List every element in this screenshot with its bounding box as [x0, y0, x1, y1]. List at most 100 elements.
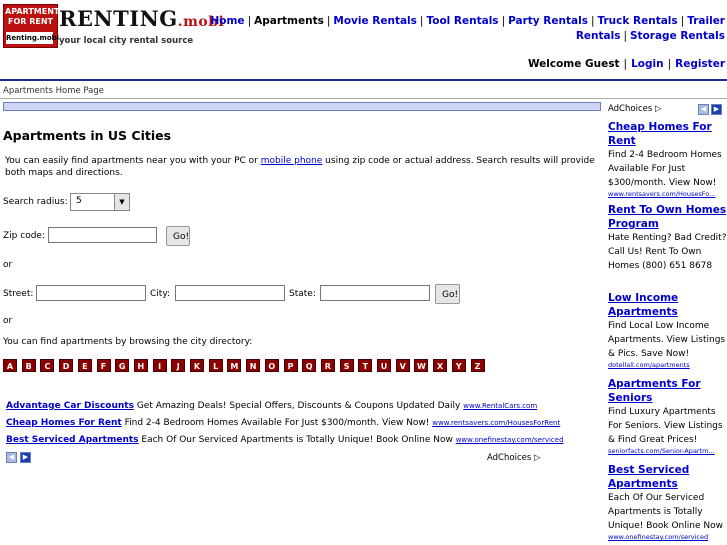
ad-url[interactable]: www.RentalCars.com	[463, 402, 537, 410]
nav-separator: |	[623, 30, 627, 42]
sidebar-ad-desc: Find 2-4 Bedroom Homes Available For Jus…	[608, 150, 722, 188]
zip-input[interactable]	[48, 227, 157, 243]
letter-button-d[interactable]: D	[59, 359, 74, 372]
sidebar-ad-title[interactable]: Cheap Homes For Rent	[608, 120, 727, 148]
sidebar-ad-title[interactable]: Rent To Own Homes Program	[608, 203, 727, 231]
bottom-ad-block: Advantage Car Discounts Get Amazing Deal…	[3, 397, 564, 463]
sidebar-ad[interactable]: Cheap Homes For Rent Find 2-4 Bedroom Ho…	[608, 120, 727, 198]
logo-badge: APARTMENT FOR RENT Renting.mobi	[3, 4, 59, 48]
sidebar-ad[interactable]: Apartments For Seniors Find Luxury Apart…	[608, 377, 727, 455]
sidebar-ad-url[interactable]: www.onefinestay.com/serviced	[608, 533, 727, 541]
ad-row[interactable]: Cheap Homes For Rent Find 2-4 Bedroom Ho…	[6, 418, 560, 428]
sidebar-ad[interactable]: Best Serviced Apartments Each Of Our Ser…	[608, 463, 727, 541]
nav-separator: |	[623, 58, 628, 70]
letter-button-m[interactable]: M	[227, 359, 242, 372]
ad-url[interactable]: www.onefinestay.com/serviced	[456, 436, 564, 444]
main-content: Apartments in US Cities You can easily f…	[0, 100, 601, 545]
sidebar-ad-desc: Find Luxury Apartments For Seniors. View…	[608, 407, 723, 445]
letter-directory: ABCDEFGHIJKLMNOPQRSTUVWXYZ	[3, 359, 485, 373]
letter-button-t[interactable]: T	[358, 359, 373, 372]
adchoices-link[interactable]: AdChoices ▷	[487, 453, 541, 463]
nav-apartments: Apartments	[254, 15, 324, 27]
ad-row[interactable]: Advantage Car Discounts Get Amazing Deal…	[6, 401, 537, 411]
sidebar-ad-url[interactable]: seniorfacts.com/Senior-Apartm...	[608, 447, 727, 455]
radius-value: 5	[76, 196, 82, 206]
letter-button-c[interactable]: C	[40, 359, 55, 372]
sidebar-ad-title[interactable]: Low Income Apartments	[608, 291, 727, 319]
letter-button-h[interactable]: H	[133, 359, 148, 372]
letter-button-q[interactable]: Q	[302, 359, 317, 372]
browse-text: You can find apartments by browsing the …	[3, 337, 253, 347]
letter-button-i[interactable]: I	[152, 359, 167, 372]
ad-url[interactable]: www.rentsavers.com/HousesForRent	[432, 419, 560, 427]
nav-truck-rentals[interactable]: Truck Rentals	[598, 15, 678, 27]
ad-row[interactable]: Best Serviced Apartments Each Of Our Ser…	[6, 435, 564, 445]
letter-button-o[interactable]: O	[264, 359, 279, 372]
register-link[interactable]: Register	[675, 58, 725, 70]
login-link[interactable]: Login	[631, 58, 664, 70]
letter-button-g[interactable]: G	[115, 359, 130, 372]
ad-prev-button[interactable]: ◀	[6, 452, 17, 463]
letter-button-p[interactable]: P	[283, 359, 298, 372]
nav-separator: |	[247, 15, 252, 27]
or-text: or	[3, 316, 13, 326]
letter-button-l[interactable]: L	[208, 359, 223, 372]
letter-button-b[interactable]: B	[21, 359, 36, 372]
sidebar-ad-title[interactable]: Best Serviced Apartments	[608, 463, 727, 491]
nav-party-rentals[interactable]: Party Rentals	[508, 15, 588, 27]
ad-desc: Each Of Our Serviced Apartments is Total…	[138, 435, 456, 445]
letter-button-s[interactable]: S	[339, 359, 354, 372]
city-input[interactable]	[175, 285, 285, 301]
intro-text: You can easily find apartments near you …	[5, 155, 595, 179]
zip-go-button[interactable]: Go!	[166, 226, 190, 246]
state-input[interactable]	[320, 285, 430, 301]
nav-separator: |	[590, 15, 595, 27]
sidebar-ads: AdChoices ▷ ◀ ▶ Cheap Homes For Rent Fin…	[605, 101, 727, 545]
letter-button-x[interactable]: X	[433, 359, 448, 372]
nav-home[interactable]: Home	[210, 15, 244, 27]
ad-next-button[interactable]: ▶	[20, 452, 31, 463]
street-input[interactable]	[36, 285, 146, 301]
letter-button-y[interactable]: Y	[451, 359, 466, 372]
adchoices-link[interactable]: AdChoices ▷	[608, 104, 662, 114]
site-logo[interactable]: APARTMENT FOR RENT Renting.mobi RENTING.…	[3, 4, 224, 48]
adchoices-icon: ▷	[654, 104, 662, 114]
letter-button-z[interactable]: Z	[470, 359, 485, 372]
sidebar-ad-url[interactable]: dotellall.com/apartments	[608, 361, 727, 369]
letter-button-w[interactable]: W	[414, 359, 429, 372]
sidebar-ad[interactable]: Rent To Own Homes Program Hate Renting? …	[608, 203, 727, 273]
letter-button-e[interactable]: E	[77, 359, 92, 372]
ad-desc: Find 2-4 Bedroom Homes Available For Jus…	[121, 418, 433, 428]
letter-button-f[interactable]: F	[96, 359, 111, 372]
letter-button-r[interactable]: R	[320, 359, 335, 372]
sidebar-ad-url[interactable]: www.rentsavers.com/HousesFo...	[608, 190, 727, 198]
nav-tool-rentals[interactable]: Tool Rentals	[426, 15, 498, 27]
letter-button-j[interactable]: J	[171, 359, 186, 372]
nav-separator: |	[501, 15, 506, 27]
radius-select[interactable]: 5 ▼	[70, 193, 130, 211]
sidebar-ad-title[interactable]: Apartments For Seniors	[608, 377, 727, 405]
nav-movie-rentals[interactable]: Movie Rentals	[333, 15, 417, 27]
or-text: or	[3, 260, 13, 270]
ad-title[interactable]: Cheap Homes For Rent	[6, 418, 122, 428]
letter-button-u[interactable]: U	[377, 359, 391, 372]
sidebar-ad[interactable]: Low Income Apartments Find Local Low Inc…	[608, 291, 727, 369]
letter-button-v[interactable]: V	[395, 359, 410, 372]
breadcrumb: Apartments Home Page	[3, 86, 104, 96]
top-banner-bar	[3, 102, 601, 111]
city-label: City:	[150, 289, 171, 299]
ad-title[interactable]: Best Serviced Apartments	[6, 435, 139, 445]
ad-title[interactable]: Advantage Car Discounts	[6, 401, 134, 411]
adchoices-icon: ▷	[533, 453, 541, 463]
logo-word: RENTING	[59, 6, 178, 31]
letter-button-k[interactable]: K	[190, 359, 204, 372]
nav-storage-rentals[interactable]: Storage Rentals	[630, 30, 725, 42]
address-go-button[interactable]: Go!	[435, 284, 460, 304]
letter-button-a[interactable]: A	[3, 359, 17, 372]
state-label: State:	[289, 289, 316, 299]
sidebar-next-button[interactable]: ▶	[711, 104, 722, 115]
sidebar-prev-button[interactable]: ◀	[698, 104, 709, 115]
letter-button-n[interactable]: N	[246, 359, 261, 372]
chevron-down-icon[interactable]: ▼	[114, 194, 129, 210]
mobile-phone-link[interactable]: mobile phone	[261, 156, 323, 166]
